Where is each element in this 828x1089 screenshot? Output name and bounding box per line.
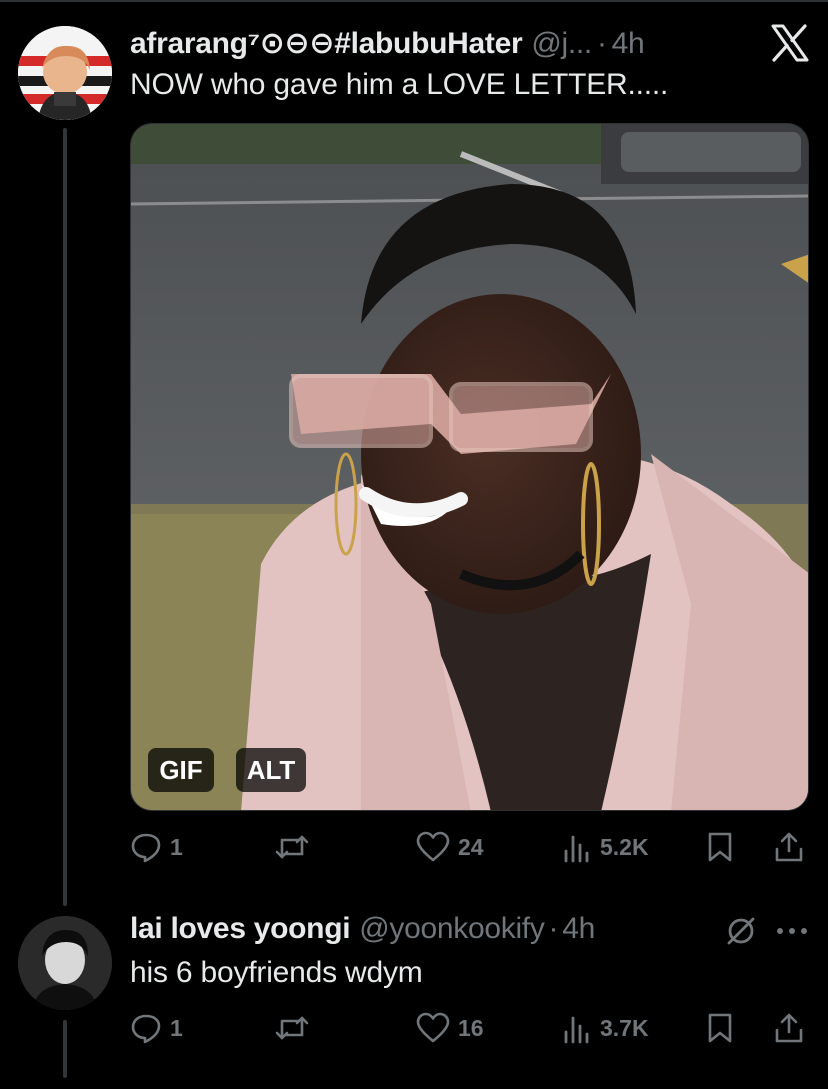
repost-icon — [275, 1016, 309, 1040]
thread-connector — [63, 128, 67, 906]
display-name[interactable]: afrarang⁷⊙⊖⊖#labubuHater — [130, 26, 523, 61]
mute-icon[interactable] — [724, 914, 758, 948]
separator-dot: · — [596, 27, 607, 60]
bookmark-icon — [708, 1013, 732, 1043]
post-time[interactable]: 4h — [562, 912, 595, 946]
separator-dot: · — [548, 912, 559, 945]
x-logo-icon — [770, 24, 810, 62]
post-actions: 1 24 5.2K — [130, 827, 810, 867]
bookmark-icon — [708, 832, 732, 862]
reply-count: 1 — [170, 1014, 183, 1041]
avatar[interactable] — [18, 26, 112, 120]
thread-connector — [63, 1020, 67, 1078]
reply-button[interactable]: 1 — [130, 827, 183, 867]
like-count: 24 — [458, 833, 484, 860]
view-count: 3.7K — [600, 1014, 649, 1041]
avatar[interactable] — [18, 916, 112, 1010]
reply-icon — [131, 833, 161, 863]
post-text: NOW who gave him a LOVE LETTER..... — [130, 68, 669, 101]
user-handle[interactable]: @yoonkookify — [359, 912, 545, 946]
post-time[interactable]: 4h — [612, 27, 645, 61]
top-divider — [0, 0, 828, 2]
post-actions: 1 16 3.7K — [130, 1008, 810, 1048]
post-header: lai loves yoongi @yoonkookify · 4h — [130, 912, 595, 946]
like-button[interactable]: 24 — [416, 827, 484, 867]
alt-text-button[interactable]: ALT — [236, 748, 306, 792]
heart-icon — [416, 1012, 450, 1043]
gif-badge: GIF — [148, 748, 214, 792]
repost-button[interactable] — [274, 1008, 310, 1048]
post-text: his 6 boyfriends wdym — [130, 956, 423, 989]
repost-icon — [275, 835, 309, 859]
more-icon[interactable] — [772, 914, 812, 948]
share-icon — [775, 832, 803, 862]
repost-button[interactable] — [274, 827, 310, 867]
share-button[interactable] — [774, 1008, 804, 1048]
bookmark-button[interactable] — [706, 1008, 734, 1048]
reply-count: 1 — [170, 833, 183, 860]
gif-media[interactable] — [130, 123, 809, 811]
views-icon — [564, 835, 589, 863]
views-button[interactable]: 5.2K — [562, 827, 649, 867]
share-button[interactable] — [774, 827, 804, 867]
gif-image — [131, 124, 808, 810]
like-count: 16 — [458, 1014, 484, 1041]
view-count: 5.2K — [600, 833, 649, 860]
post-header: afrarang⁷⊙⊖⊖#labubuHater @j... · 4h — [130, 26, 645, 61]
views-icon — [564, 1016, 589, 1044]
share-icon — [775, 1013, 803, 1043]
heart-icon — [416, 831, 450, 862]
like-button[interactable]: 16 — [416, 1008, 484, 1048]
avatar-image — [18, 916, 112, 1010]
reply-button[interactable]: 1 — [130, 1008, 183, 1048]
avatar-image — [18, 26, 112, 120]
user-handle[interactable]: @j... — [531, 27, 592, 61]
views-button[interactable]: 3.7K — [562, 1008, 649, 1048]
bookmark-button[interactable] — [706, 827, 734, 867]
display-name[interactable]: lai loves yoongi — [130, 912, 351, 946]
reply-icon — [131, 1014, 161, 1044]
